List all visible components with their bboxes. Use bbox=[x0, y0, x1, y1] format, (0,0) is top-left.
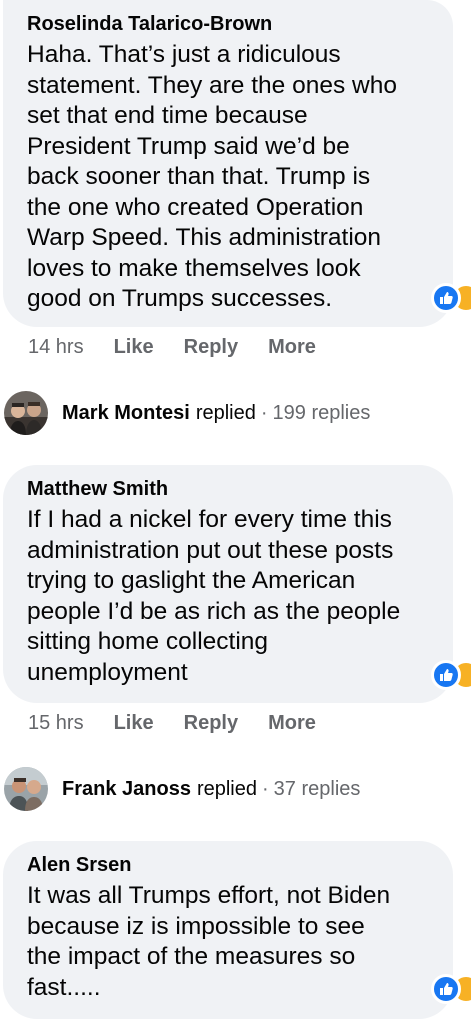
replied-label: replied bbox=[195, 401, 256, 424]
comment-text: If I had a nickel for every time this ad… bbox=[27, 506, 401, 686]
thumbs-up-glyph bbox=[440, 669, 453, 681]
comment-timestamp[interactable]: 14 hrs bbox=[28, 336, 84, 359]
comment-author[interactable]: Roselinda Talarico-Brown bbox=[27, 12, 431, 36]
reply-button[interactable]: Reply bbox=[184, 336, 238, 359]
reply-button[interactable]: Reply bbox=[184, 712, 238, 735]
comment-bubble: Matthew Smith If I had a nickel for ever… bbox=[3, 465, 453, 703]
replied-label: replied bbox=[196, 777, 257, 800]
like-icon[interactable] bbox=[431, 974, 461, 1004]
reply-author-name[interactable]: Frank Janoss bbox=[62, 778, 191, 801]
comment-bubble: Roselinda Talarico-Brown Haha. That’s ju… bbox=[3, 0, 453, 327]
avatar[interactable] bbox=[4, 391, 48, 435]
replies-summary[interactable]: Mark Montesi replied · 199 replies bbox=[4, 391, 370, 435]
thumbs-up-glyph bbox=[440, 983, 453, 995]
reply-author-name[interactable]: Mark Montesi bbox=[62, 402, 190, 425]
comment-meta: 15 hrs Like Reply More bbox=[28, 712, 346, 735]
like-icon[interactable] bbox=[431, 660, 461, 690]
comment-text: Haha. That’s just a ridiculous statement… bbox=[27, 41, 397, 312]
separator-dot: · bbox=[262, 777, 269, 800]
more-button[interactable]: More bbox=[268, 712, 316, 735]
like-icon[interactable] bbox=[431, 283, 461, 313]
separator-dot: · bbox=[260, 401, 268, 424]
reply-count[interactable]: 37 replies bbox=[274, 778, 361, 801]
comment-bubble: Alen Srsen It was all Trumps effort, not… bbox=[3, 841, 453, 1019]
comment-author[interactable]: Alen Srsen bbox=[27, 853, 431, 877]
comment-meta: 14 hrs Like Reply More bbox=[28, 336, 346, 359]
like-button[interactable]: Like bbox=[114, 712, 154, 735]
comment-text: It was all Trumps effort, not Biden beca… bbox=[27, 882, 391, 1001]
thumbs-up-glyph bbox=[440, 292, 453, 304]
comments-thread: Roselinda Talarico-Brown Haha. That’s ju… bbox=[0, 0, 471, 1023]
comment-author[interactable]: Matthew Smith bbox=[27, 477, 431, 501]
avatar[interactable] bbox=[4, 767, 48, 811]
reply-count[interactable]: 199 replies bbox=[273, 402, 371, 425]
more-button[interactable]: More bbox=[268, 336, 316, 359]
like-button[interactable]: Like bbox=[114, 336, 154, 359]
comment-timestamp[interactable]: 15 hrs bbox=[28, 712, 84, 735]
replies-summary[interactable]: Frank Janoss replied · 37 replies bbox=[4, 767, 360, 811]
